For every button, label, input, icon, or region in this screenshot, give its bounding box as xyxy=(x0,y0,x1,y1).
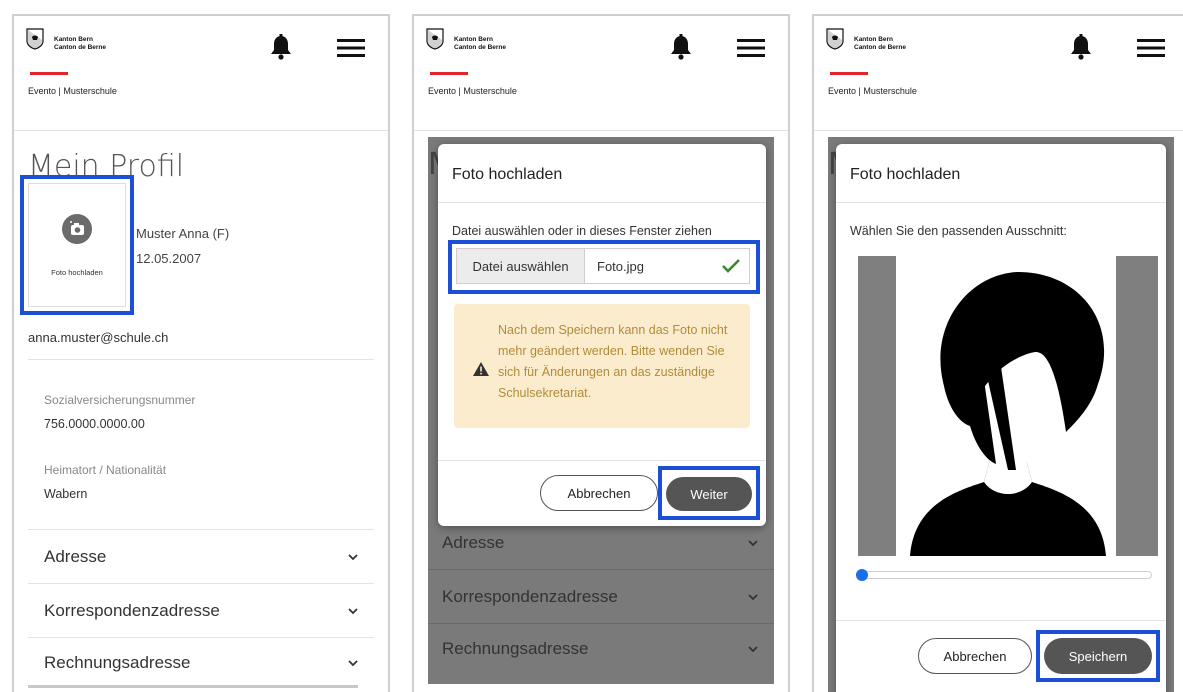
bell-icon[interactable] xyxy=(670,34,692,60)
warning-icon xyxy=(473,362,489,376)
divider xyxy=(438,202,766,203)
app-header: Kanton Bern Canton de Berne Evento | Must… xyxy=(14,16,388,131)
chevron-down-icon[interactable] xyxy=(348,606,358,616)
hamburger-menu-icon[interactable] xyxy=(337,38,365,58)
divider xyxy=(428,569,774,570)
highlight-box xyxy=(448,240,760,294)
zoom-slider-track[interactable] xyxy=(862,571,1152,579)
dialog-title: Foto hochladen xyxy=(452,166,563,183)
accordion-rechnungsadresse: Rechnungsadresse xyxy=(442,639,589,658)
crop-hint: Wählen Sie den passenden Ausschnitt: xyxy=(850,224,1067,238)
accordion-adresse[interactable]: Adresse xyxy=(44,547,106,567)
accordion-rechnungsadresse[interactable]: Rechnungsadresse xyxy=(44,653,190,673)
app-header: Kanton Bern Canton de Berne Evento | Must… xyxy=(414,16,788,131)
date-of-birth: 12.05.2007 xyxy=(136,251,202,266)
crop-dialog: Foto hochladen Wählen Sie den passenden … xyxy=(836,144,1166,692)
dialog-title: Foto hochladen xyxy=(850,166,961,183)
field-label: Heimatort / Nationalität xyxy=(44,463,167,477)
accordion-korrespondenzadresse: Korrespondenzadresse xyxy=(442,587,618,606)
brand-red-bar xyxy=(30,72,68,75)
chevron-down-icon xyxy=(748,540,758,547)
student-name: Muster Anna (F) xyxy=(136,226,230,241)
bern-crest-icon xyxy=(826,28,844,50)
divider xyxy=(28,359,374,360)
upload-dialog-screen: Kanton Bern Canton de Berne Evento | Must… xyxy=(412,14,790,692)
breadcrumb[interactable]: Evento | Musterschule xyxy=(28,86,117,96)
cancel-button[interactable]: Abbrechen xyxy=(918,638,1032,674)
bottom-rule xyxy=(28,685,358,688)
hamburger-menu-icon[interactable] xyxy=(737,38,765,58)
breadcrumb[interactable]: Evento | Musterschule xyxy=(428,86,517,96)
highlight-box xyxy=(20,175,134,315)
divider xyxy=(28,583,374,584)
field-value: 756.0000.0000.00 xyxy=(44,417,145,431)
upload-hint: Datei auswählen oder in dieses Fenster z… xyxy=(452,224,712,238)
crop-dialog-screen: Kanton Bern Canton de Berne Evento | Must… xyxy=(812,14,1183,692)
hamburger-menu-icon[interactable] xyxy=(1137,38,1165,58)
divider xyxy=(28,637,374,638)
crop-area[interactable] xyxy=(858,256,1158,556)
profile-screen: Kanton Bern Canton de Berne Evento | Must… xyxy=(12,14,390,692)
app-header: Kanton Bern Canton de Berne Evento | Must… xyxy=(814,16,1183,131)
field-label: Sozialversicherungsnummer xyxy=(44,393,196,407)
bern-crest-icon xyxy=(26,28,44,50)
warning-box: Nach dem Speichern kann das Foto nicht m… xyxy=(454,304,750,428)
accordion-adresse: Adresse xyxy=(442,533,505,552)
accordion-korrespondenzadresse[interactable]: Korrespondenzadresse xyxy=(44,601,220,621)
bern-crest-icon xyxy=(426,28,444,50)
brand-red-bar xyxy=(830,72,868,75)
brand-name: Kanton Bern Canton de Berne xyxy=(854,36,907,51)
highlight-box xyxy=(658,466,760,520)
brand-red-bar xyxy=(430,72,468,75)
zoom-slider-handle[interactable] xyxy=(856,569,868,581)
warning-text: Nach dem Speichern kann das Foto nicht m… xyxy=(498,323,728,400)
cancel-button[interactable]: Abbrechen xyxy=(540,475,658,511)
email-value: anna.muster@schule.ch xyxy=(28,330,169,345)
divider xyxy=(428,623,774,624)
field-value: Wabern xyxy=(44,487,88,501)
divider xyxy=(438,460,766,461)
highlight-box xyxy=(1036,630,1160,682)
bell-icon[interactable] xyxy=(270,34,292,60)
breadcrumb[interactable]: Evento | Musterschule xyxy=(828,86,917,96)
chevron-down-icon[interactable] xyxy=(348,552,358,562)
brand-name: Kanton Bern Canton de Berne xyxy=(54,36,107,51)
brand-name: Kanton Bern Canton de Berne xyxy=(454,36,507,51)
chevron-down-icon xyxy=(748,594,758,601)
upload-dialog: Foto hochladen Datei auswählen oder in d… xyxy=(438,144,766,526)
divider xyxy=(836,202,1166,203)
divider xyxy=(28,529,374,530)
divider xyxy=(836,620,1166,621)
bell-icon[interactable] xyxy=(1070,34,1092,60)
chevron-down-icon[interactable] xyxy=(348,658,358,668)
chevron-down-icon xyxy=(748,646,758,653)
profile-content: Mein Profil Foto hochladen Muster Anna (… xyxy=(14,131,388,692)
